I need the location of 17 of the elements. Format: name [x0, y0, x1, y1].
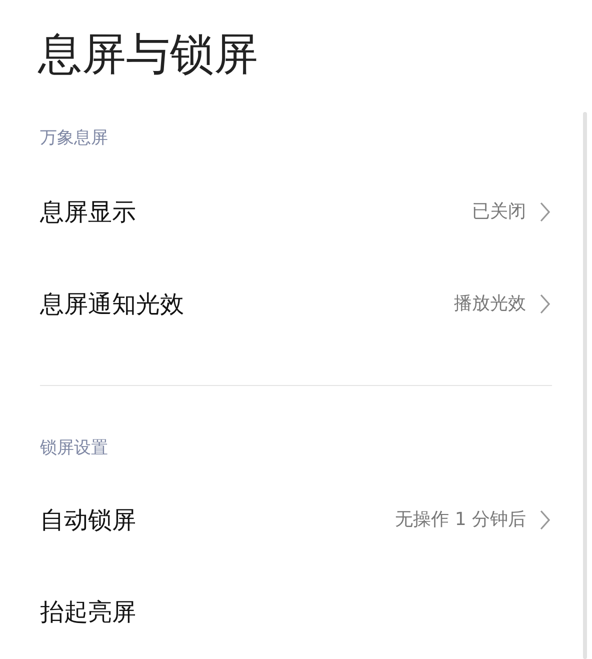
page-title: 息屏与锁屏 — [38, 28, 258, 82]
settings-row[interactable]: 抬起亮屏 — [0, 566, 592, 658]
row-value: 已关闭 — [472, 200, 526, 224]
chevron-icon — [540, 294, 550, 314]
section-header: 锁屏设置 — [40, 437, 109, 460]
settings-row[interactable]: 息屏显示 已关闭 — [0, 166, 592, 258]
section-header: 万象息屏 — [40, 127, 109, 150]
row-label: 息屏显示 — [40, 197, 136, 228]
row-label: 抬起亮屏 — [40, 597, 136, 628]
chevron-icon — [540, 510, 550, 530]
settings-row[interactable]: 息屏通知光效 播放光效 — [0, 258, 592, 350]
settings-row[interactable]: 自动锁屏 无操作 1 分钟后 — [0, 474, 592, 566]
row-value: 无操作 1 分钟后 — [395, 508, 526, 532]
row-value: 播放光效 — [454, 292, 526, 316]
chevron-icon — [540, 202, 550, 222]
row-label: 息屏通知光效 — [40, 289, 184, 320]
row-label: 自动锁屏 — [40, 505, 136, 536]
